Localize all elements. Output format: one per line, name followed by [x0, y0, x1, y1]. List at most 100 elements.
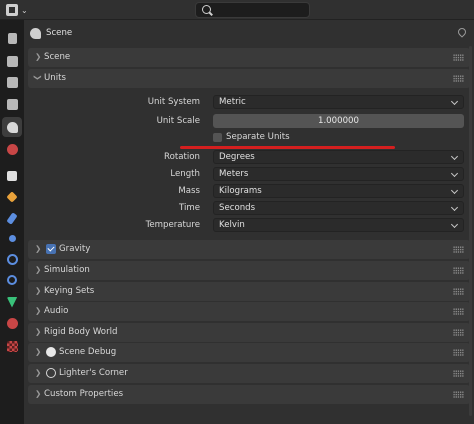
tab-modifier[interactable]	[2, 208, 22, 228]
unit-scale-label: Unit Scale	[156, 116, 200, 126]
gravity-checkbox[interactable]	[46, 244, 56, 254]
tab-tool[interactable]	[2, 28, 22, 48]
rotation-dropdown[interactable]: Degrees	[213, 150, 464, 164]
material-icon	[6, 317, 18, 329]
tab-physics[interactable]	[2, 249, 22, 269]
separate-units-label: Separate Units	[226, 132, 290, 142]
tab-constraints[interactable]	[2, 270, 22, 290]
scene-icon	[6, 121, 18, 133]
mass-dropdown[interactable]: Kilograms	[213, 184, 464, 198]
length-label: Length	[170, 169, 200, 179]
collection-icon	[7, 171, 17, 181]
properties-area: Scene ❯ Scene ❯ Units Unit System Metric…	[24, 20, 474, 424]
panel-custom-properties[interactable]: ❯ Custom Properties	[28, 385, 470, 404]
drag-grip-icon[interactable]	[453, 391, 464, 398]
tab-output[interactable]	[2, 72, 22, 92]
panel-gravity[interactable]: ❯ Gravity	[28, 240, 470, 259]
pin-icon[interactable]	[456, 26, 468, 38]
scene-icon	[30, 28, 41, 39]
panel-title: Units	[44, 73, 66, 83]
annotation-underline	[180, 146, 395, 149]
chevron-right-icon: ❯	[35, 265, 42, 274]
separate-units-checkbox[interactable]	[213, 133, 222, 142]
panel-audio[interactable]: ❯ Audio	[28, 302, 470, 321]
panel-rigid-body-world[interactable]: ❯ Rigid Body World	[28, 323, 470, 342]
tab-data[interactable]	[2, 292, 22, 312]
mass-label: Mass	[178, 186, 200, 196]
tab-particles[interactable]	[2, 228, 22, 248]
tab-texture[interactable]	[2, 336, 22, 356]
modifier-icon	[6, 211, 18, 225]
panel-title: Custom Properties	[44, 389, 124, 399]
properties-tabs	[0, 20, 24, 424]
panel-scene-debug[interactable]: ❯ Scene Debug	[28, 343, 470, 362]
circle-icon	[46, 347, 56, 357]
particles-icon	[8, 234, 16, 242]
panel-title: Simulation	[44, 265, 90, 275]
drag-grip-icon[interactable]	[453, 246, 464, 253]
chevron-right-icon: ❯	[35, 286, 42, 295]
chevron-right-icon: ❯	[35, 368, 42, 377]
chevron-right-icon: ❯	[35, 389, 42, 398]
chevron-right-icon: ❯	[35, 327, 42, 336]
chevron-down-icon: ⌄	[21, 5, 28, 15]
tool-icon	[7, 32, 17, 44]
tab-world[interactable]	[2, 139, 22, 159]
tab-scene[interactable]	[2, 117, 22, 137]
drag-grip-icon[interactable]	[453, 54, 464, 61]
temperature-label: Temperature	[145, 220, 200, 230]
header-bar: ⌄	[0, 0, 474, 20]
chevron-right-icon: ❯	[35, 244, 42, 253]
editor-type-button[interactable]: ⌄	[6, 2, 33, 18]
panel-lighters-corner[interactable]: ❯ Lighter's Corner	[28, 364, 470, 383]
drag-grip-icon[interactable]	[453, 349, 464, 356]
panel-title: Scene	[44, 52, 71, 62]
time-dropdown[interactable]: Seconds	[213, 201, 464, 215]
output-icon	[6, 76, 18, 88]
panel-title: Lighter's Corner	[59, 368, 128, 378]
length-dropdown[interactable]: Meters	[213, 167, 464, 181]
context-title: Scene	[46, 28, 73, 38]
texture-icon	[6, 340, 18, 352]
unit-scale-field[interactable]: 1.000000	[213, 114, 464, 128]
render-icon	[6, 55, 18, 67]
physics-icon	[6, 253, 18, 265]
properties-editor-icon	[6, 4, 18, 16]
chevron-right-icon: ❯	[35, 347, 42, 356]
panel-title: Gravity	[59, 244, 91, 254]
drag-grip-icon[interactable]	[453, 308, 464, 315]
drag-grip-icon[interactable]	[453, 267, 464, 274]
scrollbar[interactable]	[469, 46, 472, 416]
drag-grip-icon[interactable]	[453, 75, 464, 82]
units-panel-body: Unit System Metric Unit Scale 1.000000 S…	[28, 88, 470, 256]
data-icon	[6, 296, 18, 308]
drag-grip-icon[interactable]	[453, 329, 464, 336]
chevron-right-icon: ❯	[35, 52, 42, 61]
view-layer-icon	[6, 98, 18, 110]
panel-simulation[interactable]: ❯ Simulation	[28, 261, 470, 280]
panel-keying-sets[interactable]: ❯ Keying Sets	[28, 282, 470, 301]
panel-title: Scene Debug	[59, 347, 117, 357]
sun-icon	[46, 368, 56, 378]
tab-collection[interactable]	[2, 166, 22, 186]
rotation-label: Rotation	[164, 152, 200, 162]
tab-material[interactable]	[2, 313, 22, 333]
tab-view-layer[interactable]	[2, 94, 22, 114]
tab-object[interactable]	[2, 187, 22, 207]
world-icon	[6, 143, 18, 155]
search-input[interactable]	[195, 2, 310, 18]
unit-system-dropdown[interactable]: Metric	[213, 95, 464, 109]
time-label: Time	[178, 203, 200, 213]
panel-title: Audio	[44, 306, 69, 316]
panel-units[interactable]: ❯ Units	[28, 69, 470, 88]
panel-title: Rigid Body World	[44, 327, 118, 337]
temperature-dropdown[interactable]: Kelvin	[213, 218, 464, 232]
constraints-icon	[7, 275, 17, 285]
panel-title: Keying Sets	[44, 286, 95, 296]
drag-grip-icon[interactable]	[453, 288, 464, 295]
panel-scene[interactable]: ❯ Scene	[28, 48, 470, 67]
drag-grip-icon[interactable]	[453, 370, 464, 377]
chevron-right-icon: ❯	[35, 306, 42, 315]
unit-system-label: Unit System	[147, 97, 200, 107]
tab-render[interactable]	[2, 51, 22, 71]
